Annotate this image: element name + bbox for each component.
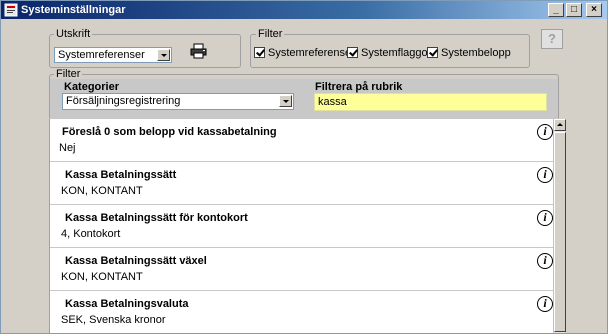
- list-item[interactable]: Föreslå 0 som belopp vid kassabetalning …: [50, 119, 553, 162]
- setting-title: Kassa Betalningsvaluta: [65, 298, 189, 310]
- checkbox-label: Systemflaggor: [361, 47, 432, 59]
- minimize-button[interactable]: _: [548, 3, 564, 17]
- setting-value: SEK, Svenska kronor: [61, 314, 166, 326]
- list-item[interactable]: Kassa Betalningssätt KON, KONTANT i: [50, 162, 553, 205]
- info-icon[interactable]: i: [537, 210, 553, 226]
- info-icon[interactable]: i: [537, 167, 553, 183]
- setting-value: 4, Kontokort: [61, 228, 121, 240]
- checkbox-box[interactable]: [254, 47, 265, 58]
- utskrift-select[interactable]: Systemreferenser: [54, 47, 172, 63]
- info-icon[interactable]: i: [537, 253, 553, 269]
- rubrik-filter-input[interactable]: kassa: [314, 93, 547, 111]
- printer-icon[interactable]: [190, 43, 207, 59]
- checkbox-box[interactable]: [347, 47, 358, 58]
- list-item[interactable]: Kassa Betalningsvaluta SEK, Svenska kron…: [50, 291, 553, 333]
- setting-value: KON, KONTANT: [61, 271, 143, 283]
- close-button[interactable]: ×: [586, 3, 602, 17]
- settings-list: Föreslå 0 som belopp vid kassabetalning …: [49, 119, 553, 333]
- scroll-up-button[interactable]: [554, 119, 566, 131]
- app-icon: [4, 3, 18, 17]
- setting-title: Kassa Betalningssätt för kontokort: [65, 212, 248, 224]
- setting-value: KON, KONTANT: [61, 185, 143, 197]
- setting-title: Kassa Betalningssätt växel: [65, 255, 207, 267]
- filter-top-label: Filter: [256, 28, 285, 40]
- utskrift-label: Utskrift: [54, 28, 93, 40]
- utskrift-selected-value: Systemreferenser: [58, 49, 145, 61]
- checkbox-box[interactable]: [427, 47, 438, 58]
- title-bar[interactable]: Systeminställningar _ □ ×: [1, 1, 607, 19]
- kategori-select[interactable]: Försäljningsregistrering: [62, 93, 294, 110]
- list-scrollbar[interactable]: [553, 119, 566, 333]
- list-item[interactable]: Kassa Betalningssätt växel KON, KONTANT …: [50, 248, 553, 291]
- info-icon[interactable]: i: [537, 124, 553, 140]
- scroll-thumb[interactable]: [554, 132, 566, 332]
- checkbox-label: Systemreferenser: [268, 47, 355, 59]
- list-item[interactable]: Kassa Betalningssätt för kontokort 4, Ko…: [50, 205, 553, 248]
- setting-title: Föreslå 0 som belopp vid kassabetalning: [62, 126, 277, 138]
- setting-value: Nej: [59, 142, 76, 154]
- rubrik-filter-label: Filtrera på rubrik: [315, 81, 403, 93]
- setting-title: Kassa Betalningssätt: [65, 169, 177, 181]
- window-title: Systeminställningar: [21, 4, 126, 16]
- window-client-area: Utskrift Systemreferenser Filter Systemr…: [2, 20, 606, 333]
- info-icon[interactable]: i: [537, 296, 553, 312]
- chevron-down-icon[interactable]: [157, 49, 170, 61]
- chevron-down-icon[interactable]: [279, 95, 292, 107]
- help-icon[interactable]: ?: [541, 29, 563, 49]
- maximize-button[interactable]: □: [566, 3, 582, 17]
- checkbox-label: Systembelopp: [441, 47, 511, 59]
- rubrik-filter-value: kassa: [318, 96, 347, 108]
- kategorier-label: Kategorier: [64, 81, 120, 93]
- system-settings-window: Systeminställningar _ □ × Utskrift Syste…: [0, 0, 608, 334]
- kategori-selected-value: Försäljningsregistrering: [66, 95, 181, 107]
